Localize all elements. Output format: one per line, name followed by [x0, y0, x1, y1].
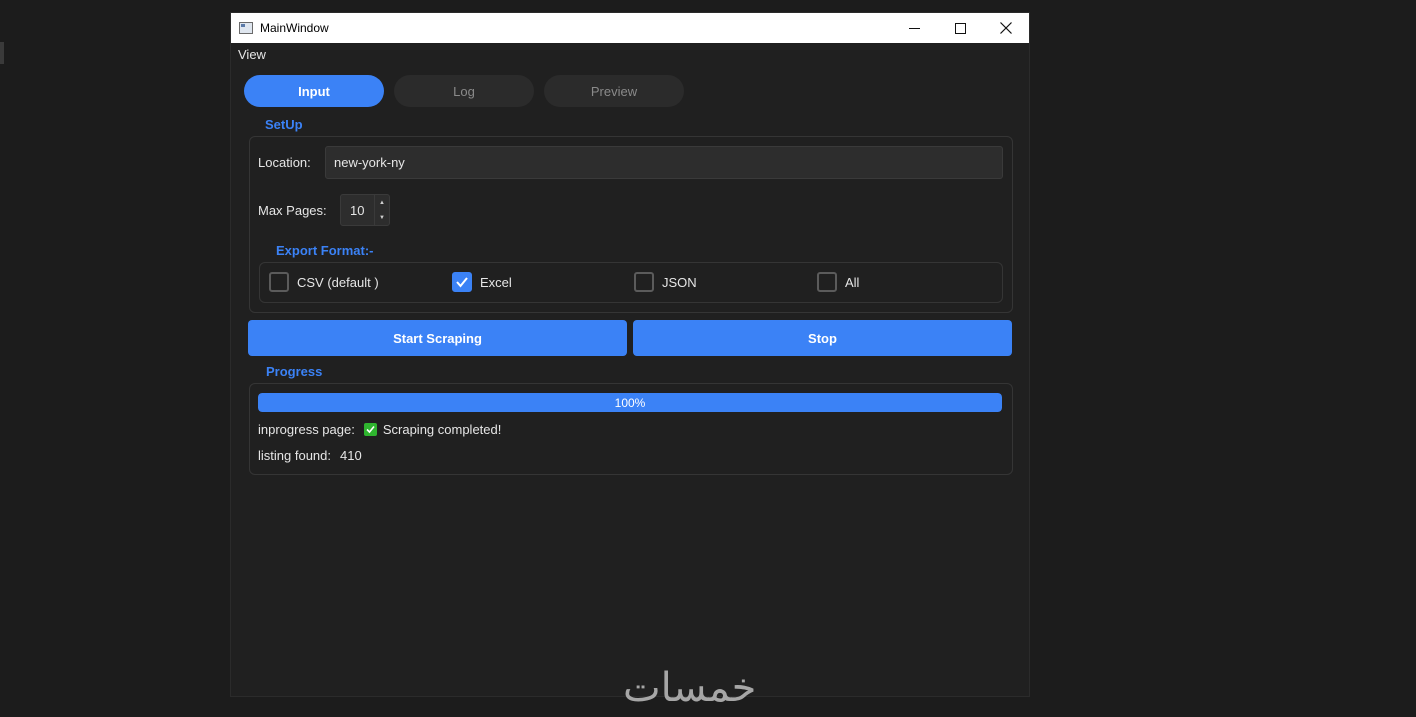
- window-title: MainWindow: [260, 21, 329, 35]
- checkmark-icon: [456, 277, 468, 288]
- menu-bar: View: [238, 47, 266, 62]
- listing-row: listing found: 410: [258, 448, 362, 463]
- stop-button[interactable]: Stop: [633, 320, 1012, 356]
- chevron-up-icon: ▲: [379, 199, 385, 206]
- main-window: MainWindow View Input Log Preview SetUp …: [230, 12, 1030, 711]
- json-label: JSON: [662, 274, 697, 290]
- title-bar: MainWindow: [231, 13, 1029, 43]
- location-label: Location:: [258, 155, 311, 170]
- progress-text: 100%: [614, 395, 646, 410]
- export-option-all[interactable]: All: [817, 272, 859, 292]
- inprogress-label: inprogress page:: [258, 422, 355, 437]
- tab-preview[interactable]: Preview: [544, 75, 684, 107]
- json-checkbox[interactable]: [634, 272, 654, 292]
- progress-bar: 100%: [258, 393, 1002, 412]
- watermark-logo: خمسات: [623, 665, 757, 711]
- max-pages-spinbox[interactable]: 10 ▲ ▼: [340, 194, 390, 226]
- all-label: All: [845, 274, 860, 290]
- csv-checkbox[interactable]: [269, 272, 289, 292]
- location-value: new-york-ny: [334, 155, 405, 170]
- export-group-title: Export Format:-: [276, 243, 374, 258]
- spin-buttons: ▲ ▼: [374, 195, 389, 225]
- all-checkbox[interactable]: [817, 272, 837, 292]
- menu-view[interactable]: View: [238, 47, 266, 62]
- csv-label: CSV (default ): [297, 274, 379, 290]
- background-edge: [0, 42, 4, 64]
- check-mark-icon: [363, 423, 377, 436]
- minimize-button[interactable]: [891, 13, 937, 43]
- setup-group-title: SetUp: [265, 117, 303, 132]
- max-pages-value: 10: [350, 202, 365, 218]
- excel-label: Excel: [480, 274, 512, 290]
- inprogress-row: inprogress page: Scraping completed!: [258, 422, 501, 437]
- location-input[interactable]: new-york-ny: [325, 146, 1003, 179]
- minimize-icon: [908, 27, 920, 29]
- status-text: Scraping completed!: [382, 422, 502, 437]
- export-option-csv[interactable]: CSV (default ): [269, 272, 379, 292]
- close-button[interactable]: [983, 13, 1029, 43]
- app-icon: [239, 22, 253, 34]
- tab-bar: Input Log Preview: [244, 75, 684, 107]
- spin-up-button[interactable]: ▲: [375, 195, 389, 210]
- progress-group-title: Progress: [266, 364, 323, 379]
- export-option-json[interactable]: JSON: [634, 272, 697, 292]
- max-pages-label: Max Pages:: [258, 203, 327, 218]
- tab-input[interactable]: Input: [244, 75, 384, 107]
- listing-count: 410: [340, 448, 362, 463]
- close-icon: [1000, 22, 1012, 34]
- excel-checkbox[interactable]: [452, 272, 472, 292]
- spin-down-button[interactable]: ▼: [375, 210, 389, 225]
- window-controls: [891, 13, 1029, 43]
- listing-label: listing found:: [258, 448, 331, 463]
- export-option-excel[interactable]: Excel: [452, 272, 512, 292]
- maximize-button[interactable]: [937, 13, 983, 43]
- start-scraping-button[interactable]: Start Scraping: [248, 320, 627, 356]
- tab-log[interactable]: Log: [394, 75, 534, 107]
- maximize-icon: [954, 22, 966, 34]
- chevron-down-icon: ▼: [379, 214, 385, 221]
